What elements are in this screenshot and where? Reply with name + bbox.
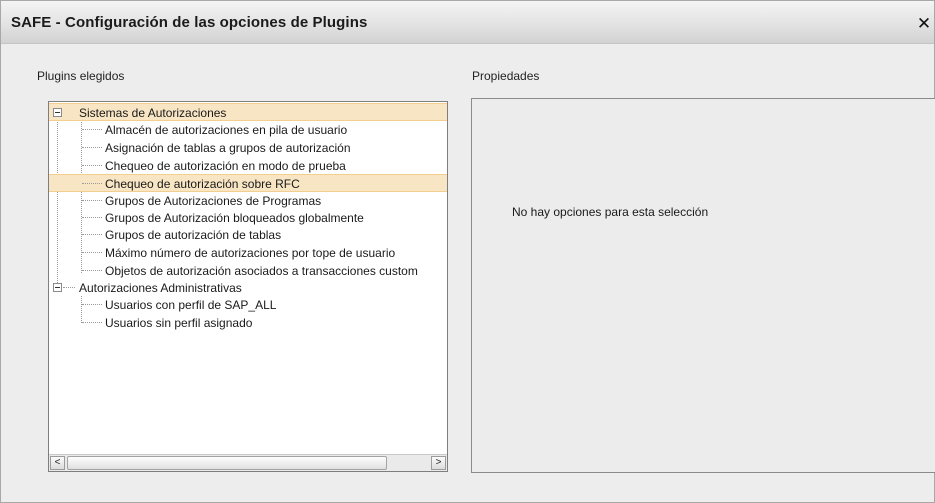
scrollbar-thumb[interactable] (67, 456, 387, 470)
tree-item-label: Chequeo de autorización en modo de prueb… (105, 159, 346, 173)
tree-item-label: Grupos de Autorizaciones de Programas (105, 194, 322, 208)
title-bar[interactable]: SAFE - Configuración de las opciones de … (1, 1, 934, 44)
tree-connector-line (82, 165, 102, 166)
collapse-toggle-icon[interactable] (53, 283, 62, 292)
tree-item-label: Objetos de autorización asociados a tran… (105, 264, 418, 278)
tree-item[interactable]: Grupos de Autorizaciones de Programas (49, 192, 447, 210)
properties-panel: No hay opciones para esta selección (471, 98, 935, 473)
tree-connector-line (82, 322, 102, 323)
tree-group-label: Autorizaciones Administrativas (79, 281, 242, 295)
scroll-right-icon[interactable]: > (431, 456, 446, 470)
tree-connector-line (82, 183, 102, 184)
tree-connector-line (82, 200, 102, 201)
plugins-section-label: Plugins elegidos (37, 69, 125, 83)
tree-item-label: Grupos de autorización de tablas (105, 228, 282, 242)
scroll-left-icon[interactable]: < (50, 456, 65, 470)
tree-item[interactable]: Chequeo de autorización en modo de prueb… (49, 157, 447, 175)
tree-item-highlighted[interactable]: Chequeo de autorización sobre RFC (49, 174, 447, 192)
tree-group-autorizaciones-administrativas[interactable]: Autorizaciones Administrativas (49, 279, 447, 297)
close-icon[interactable]: ✕ (916, 15, 932, 33)
tree-item-label: Almacén de autorizaciones en pila de usu… (105, 123, 348, 137)
tree-group-label: Sistemas de Autorizaciones (79, 106, 227, 120)
tree-item[interactable]: Objetos de autorización asociados a tran… (49, 262, 447, 280)
tree-item-label: Máximo número de autorizaciones por tope… (105, 246, 396, 260)
tree-item-label: Asignación de tablas a grupos de autoriz… (105, 141, 351, 155)
tree-item[interactable]: Asignación de tablas a grupos de autoriz… (49, 139, 447, 157)
tree-item[interactable]: Grupos de autorización de tablas (49, 226, 447, 244)
tree-item[interactable]: Máximo número de autorizaciones por tope… (49, 244, 447, 262)
tree-viewport: Sistemas de Autorizaciones Almacén de au… (49, 102, 447, 455)
tree-item[interactable]: Almacén de autorizaciones en pila de usu… (49, 121, 447, 139)
window-title: SAFE - Configuración de las opciones de … (11, 14, 368, 31)
tree-connector-line (82, 129, 102, 130)
tree-connector-line (82, 217, 102, 218)
tree-item[interactable]: Usuarios con perfil de SAP_ALL (49, 296, 447, 314)
tree-connector-line (82, 270, 102, 271)
tree-item[interactable]: Grupos de Autorización bloqueados global… (49, 209, 447, 227)
tree-connector-line (63, 287, 75, 288)
tree-connector-line (82, 234, 102, 235)
tree-item-label: Usuarios sin perfil asignado (105, 316, 253, 330)
tree-connector-line (82, 304, 102, 305)
tree-item-label: Grupos de Autorización bloqueados global… (105, 211, 364, 225)
horizontal-scrollbar[interactable]: < > (49, 454, 447, 471)
plugins-tree[interactable]: Sistemas de Autorizaciones Almacén de au… (48, 101, 448, 472)
plugin-options-dialog: SAFE - Configuración de las opciones de … (0, 0, 935, 503)
properties-section-label: Propiedades (472, 69, 540, 83)
collapse-toggle-icon[interactable] (53, 108, 62, 117)
properties-empty-message: No hay opciones para esta selección (512, 205, 709, 219)
tree-group-sistemas-autorizaciones[interactable]: Sistemas de Autorizaciones (49, 103, 447, 121)
tree-item-label: Usuarios con perfil de SAP_ALL (105, 298, 277, 312)
tree-item-label: Chequeo de autorización sobre RFC (105, 177, 300, 191)
tree-connector-line (82, 252, 102, 253)
tree-item[interactable]: Usuarios sin perfil asignado (49, 314, 447, 332)
tree-connector-line (82, 147, 102, 148)
